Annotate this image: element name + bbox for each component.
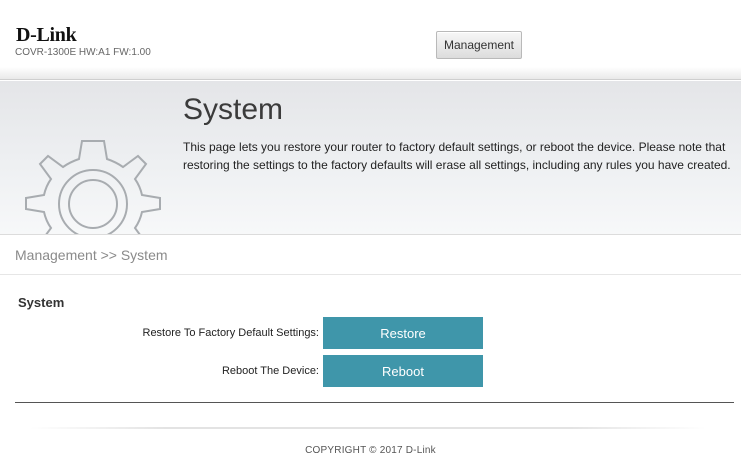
reboot-button[interactable]: Reboot [323, 355, 483, 387]
top-header: D-Link COVR-1300E HW:A1 FW:1.00 Manageme… [0, 0, 741, 80]
breadcrumb-divider [0, 274, 741, 275]
management-menu-button[interactable]: Management [436, 31, 522, 59]
section-divider [15, 402, 734, 403]
section-title: System [18, 295, 65, 310]
model-info: COVR-1300E HW:A1 FW:1.00 [15, 47, 151, 58]
page-title: System [183, 93, 284, 126]
copyright-text: COPYRIGHT © 2017 D-Link [305, 445, 436, 456]
restore-label: Restore To Factory Default Settings: [142, 327, 320, 339]
restore-button[interactable]: Restore [323, 317, 483, 349]
page-banner: System This page lets you restore your r… [0, 81, 741, 235]
gear-icon [25, 140, 161, 234]
breadcrumb: Management >> System [15, 247, 168, 263]
page-description: This page lets you restore your router t… [183, 140, 731, 172]
reboot-label: Reboot The Device: [221, 365, 319, 377]
footer-divider [30, 427, 706, 429]
dlink-logo: D-Link [16, 24, 77, 46]
